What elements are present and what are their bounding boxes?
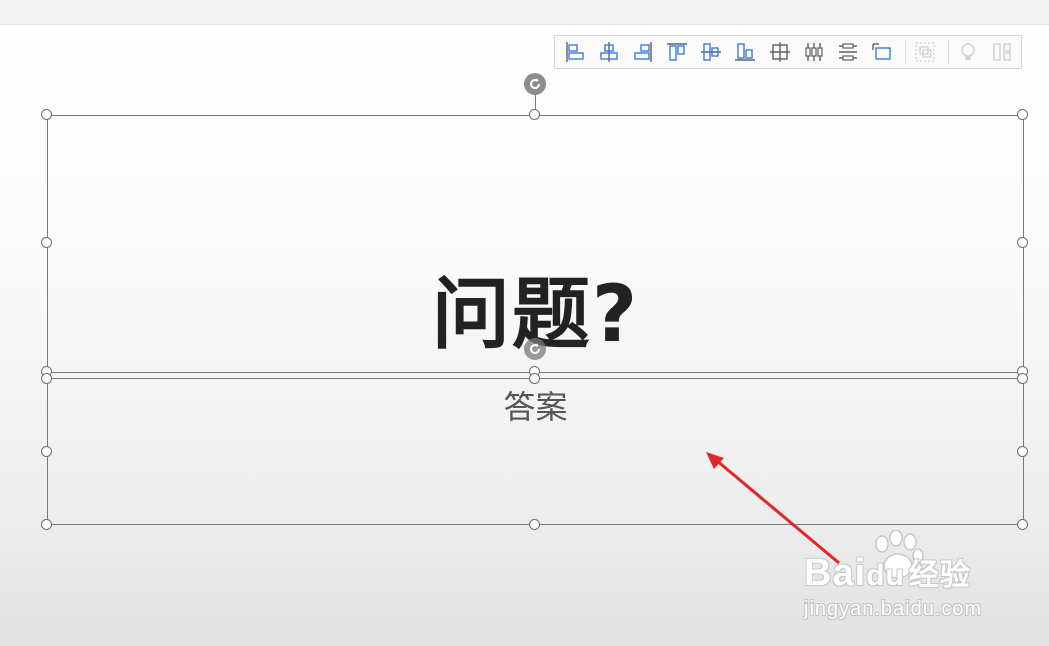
watermark-brand-bai: Bai — [804, 552, 867, 594]
resize-handle-bottom[interactable] — [529, 519, 540, 530]
split-button[interactable] — [987, 37, 1018, 67]
resize-handle-top[interactable] — [529, 373, 540, 384]
align-top-button[interactable] — [661, 37, 692, 67]
alignment-toolbar — [554, 35, 1022, 69]
toolbar-separator — [947, 40, 949, 64]
align-center-icon — [600, 42, 618, 62]
group-button[interactable] — [910, 37, 941, 67]
align-to-slide-button[interactable] — [866, 37, 897, 67]
top-bar — [0, 0, 1049, 25]
distribute-vertical-button[interactable] — [832, 37, 863, 67]
align-middle-icon — [701, 43, 722, 61]
watermark-brand-cn: 经验 — [908, 558, 971, 593]
align-left-button[interactable] — [559, 37, 590, 67]
smart-icon — [961, 43, 975, 60]
align-center-both-button[interactable] — [764, 37, 795, 67]
resize-handle-left[interactable] — [41, 446, 52, 457]
split-icon — [993, 43, 1012, 61]
subtitle-textbox[interactable]: 答案 — [47, 378, 1024, 525]
align-right-icon — [634, 42, 652, 62]
resize-handle-top[interactable] — [529, 109, 540, 120]
align-center-both-icon — [769, 42, 790, 62]
align-bottom-icon — [735, 43, 756, 61]
resize-handle-top-right[interactable] — [1017, 373, 1028, 384]
align-to-slide-icon — [872, 43, 891, 60]
rotate-handle-title[interactable] — [524, 73, 546, 95]
resize-handle-top-right[interactable] — [1017, 109, 1028, 120]
distribute-horizontal-icon — [805, 43, 823, 61]
rotate-handle-subtitle[interactable] — [524, 338, 546, 360]
watermark-brand: Baidu 经验 — [804, 550, 971, 595]
toolbar-separator — [904, 40, 906, 64]
slide-subtitle[interactable]: 答案 — [48, 383, 1023, 431]
align-bottom-button[interactable] — [730, 37, 761, 67]
resize-handle-bottom-right[interactable] — [1017, 519, 1028, 530]
align-top-icon — [667, 43, 688, 61]
distribute-horizontal-button[interactable] — [798, 37, 829, 67]
align-right-button[interactable] — [627, 37, 658, 67]
align-center-button[interactable] — [593, 37, 624, 67]
resize-handle-right[interactable] — [1017, 237, 1028, 248]
distribute-vertical-icon — [838, 43, 857, 61]
rotate-icon — [530, 343, 541, 355]
resize-handle-left[interactable] — [41, 237, 52, 248]
align-middle-button[interactable] — [696, 37, 727, 67]
resize-handle-top-left[interactable] — [41, 373, 52, 384]
watermark-url: jingyan.baidu.com — [804, 598, 983, 620]
group-icon — [915, 42, 935, 62]
align-left-icon — [565, 42, 584, 62]
watermark-brand-du: du — [866, 559, 905, 592]
title-textbox[interactable]: 问题? — [47, 115, 1024, 373]
smart-button[interactable] — [953, 37, 984, 67]
rotate-icon — [530, 78, 541, 90]
resize-handle-top-left[interactable] — [41, 109, 52, 120]
watermark: Baidu 经验 jingyan.baidu.com — [804, 530, 1004, 630]
resize-handle-bottom-left[interactable] — [41, 519, 52, 530]
resize-handle-right[interactable] — [1017, 446, 1028, 457]
